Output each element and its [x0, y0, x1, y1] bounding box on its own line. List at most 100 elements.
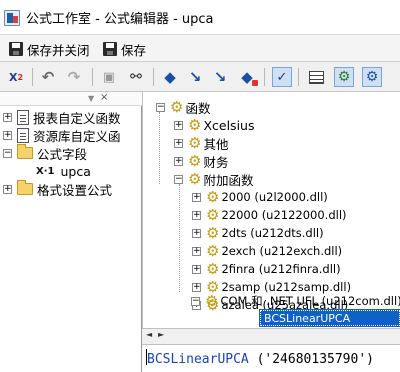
collapse-icon[interactable]: − [174, 174, 183, 184]
expand-icon[interactable]: + [192, 282, 201, 292]
close-icon[interactable]: × [100, 92, 108, 103]
tree-item-label: 函数 [185, 100, 211, 116]
expand-icon[interactable]: + [174, 156, 183, 166]
tree-item-label: 2exch (u212exch.dll) [221, 244, 343, 258]
pointer-plus-icon[interactable]: ↘ [210, 67, 230, 87]
expand-icon[interactable]: + [192, 246, 201, 256]
tree-item-label: Xcelsius [203, 117, 255, 133]
tree-item-format-formulas[interactable]: + 格式设置公式 [0, 180, 142, 198]
horizontal-scrollbar[interactable]: ◄ ► [142, 328, 400, 344]
tree-item-label: 附加函数 [203, 172, 254, 188]
tree-item-dll[interactable]: + ⚙ 2dts (u212dts.dll) [189, 224, 324, 242]
tree-item-additional-functions[interactable]: − ⚙ 附加函数 [171, 170, 253, 188]
expand-icon[interactable]: + [192, 192, 201, 202]
diamond-x-icon[interactable]: ◆ [237, 67, 258, 87]
redo-icon[interactable]: ↷ [64, 67, 84, 87]
scroll-left-icon[interactable]: ◄ [146, 330, 152, 339]
tree-item-label: upca [60, 163, 91, 179]
save-button[interactable]: 保存 [103, 39, 146, 59]
expand-icon[interactable]: + [192, 264, 201, 274]
editor-toolbar: X2 ↶ ↷ ▣ ⚯ ◆ ↘ ↘ ◆ ✓ ⚙ ⚙ [0, 62, 400, 92]
gear-icon: ⚙ [188, 115, 202, 134]
gear-icon: ⚙ [206, 187, 220, 206]
gear-icon[interactable]: ⚙ [334, 67, 354, 87]
expand-icon[interactable]: + [174, 138, 183, 148]
gear-icon: ⚙ [188, 169, 202, 188]
tree-item-label: 2dts (u212dts.dll) [221, 226, 324, 240]
tree-item-label: 2000 (u2l2000.dll) [221, 190, 328, 204]
tree-item-label: COM 和 .NET UFL (u212com.dll) [220, 294, 400, 308]
tree-item-finance[interactable]: + ⚙ 财务 [171, 152, 228, 170]
tree-root-functions[interactable]: − ⚙ 函数 [153, 98, 210, 116]
save-and-close-button[interactable]: 保存并关闭 [9, 39, 90, 59]
tree-item-xcelsius[interactable]: + ⚙ Xcelsius [171, 116, 254, 134]
x2-icon[interactable]: X2 [6, 67, 26, 87]
tree-header: ▼ × [0, 92, 142, 106]
formula-arguments: ('24680135790') [248, 352, 374, 367]
expand-icon[interactable]: + [174, 120, 183, 130]
diamond-icon[interactable]: ◆ [160, 67, 180, 87]
save-and-close-label: 保存并关闭 [27, 42, 90, 58]
tree-item-formula-fields[interactable]: − 公式字段 [0, 144, 142, 162]
title-bar: 公式工作室 - 公式编辑器 - upca [0, 0, 400, 34]
app-icon [4, 10, 20, 26]
tree-item-label: 资源库自定义函 [33, 128, 121, 144]
gear-icon: ⚙ [206, 259, 220, 278]
gear-icon: ⚙ [206, 205, 220, 224]
window-title: 公式工作室 - 公式编辑器 - upca [26, 12, 214, 27]
workshop-tree: ▼ × + 报表自定义函数 + 资源库自定义函 − 公式字段 X·1 upca … [0, 92, 142, 372]
collapse-icon[interactable]: − [191, 296, 200, 306]
folder-icon [17, 144, 33, 159]
gear-icon: ⚙ [205, 291, 219, 310]
expand-icon[interactable]: + [192, 228, 201, 238]
gear-icon: ⚙ [188, 151, 202, 170]
save-icon [9, 42, 23, 56]
expand-icon[interactable]: + [3, 112, 12, 122]
tree-item-label: 2finra (u212finra.dll) [221, 262, 341, 276]
tree-item-repository-functions[interactable]: + 资源库自定义函 [0, 126, 142, 144]
gear-icon: ⚙ [206, 223, 220, 242]
tree-item-label: 财务 [203, 154, 229, 170]
gear-icon: ⚙ [170, 97, 184, 116]
tree-item-dll[interactable]: + ⚙ 2000 (u2l2000.dll) [189, 188, 328, 206]
scroll-right-icon[interactable]: ► [158, 330, 164, 339]
tree-item-dll[interactable]: + ⚙ 2exch (u212exch.dll) [189, 242, 342, 260]
check-icon[interactable]: ✓ [272, 67, 292, 87]
tree-item-label: 公式字段 [37, 146, 88, 162]
formula-icon: X·1 [36, 165, 55, 177]
tree-item-label: 格式设置公式 [37, 182, 113, 198]
tree-item-upca[interactable]: X·1 upca [0, 162, 142, 180]
collapse-icon[interactable]: − [156, 102, 165, 112]
tree-item-com-net-ufl[interactable]: − ⚙ COM 和 .NET UFL (u212com.dll) [188, 292, 400, 310]
list-icon[interactable] [306, 67, 326, 87]
save-icon [103, 42, 117, 56]
tree-item-report-functions[interactable]: + 报表自定义函数 [0, 108, 142, 126]
doc-icon [17, 127, 29, 143]
formula-text: BCSLinearUPCA ('24680135790') [147, 352, 374, 367]
collapse-icon[interactable]: − [3, 148, 12, 158]
expand-icon[interactable]: + [3, 130, 12, 140]
gear-icon: ⚙ [206, 241, 220, 260]
doc-icon [17, 109, 29, 125]
tree-item-dll[interactable]: + ⚙ 22000 (u2122000.dll) [189, 206, 347, 224]
selected-function-item[interactable]: BCSLinearUPCA (strInput) [259, 309, 400, 338]
bookmark-icon[interactable]: ▣ [99, 67, 119, 87]
chevron-down-icon[interactable]: ▼ [88, 94, 94, 103]
tree-item-dll[interactable]: + ⚙ 2finra (u212finra.dll) [189, 260, 341, 278]
expand-icon[interactable]: + [3, 184, 12, 194]
pointer-plus-icon[interactable]: ↘ [185, 67, 205, 87]
tree-item-label: 22000 (u2122000.dll) [221, 208, 347, 222]
gear-icon: ⚙ [188, 133, 202, 152]
formula-function-name: BCSLinearUPCA [147, 352, 249, 367]
undo-icon[interactable]: ↶ [38, 67, 58, 87]
expand-icon[interactable]: + [192, 210, 201, 220]
tree-item-other[interactable]: + ⚙ 其他 [171, 134, 228, 152]
formula-editor[interactable]: BCSLinearUPCA ('24680135790') [142, 344, 400, 372]
save-label: 保存 [121, 42, 147, 58]
tree-item-label: 其他 [203, 136, 229, 152]
tree-item-label: 报表自定义函数 [33, 110, 121, 126]
gear-icon[interactable]: ⚙ [362, 67, 382, 87]
find-icon[interactable]: ⚯ [126, 67, 146, 87]
main-toolbar: 保存并关闭 保存 [0, 34, 400, 62]
folder-icon [17, 180, 33, 195]
